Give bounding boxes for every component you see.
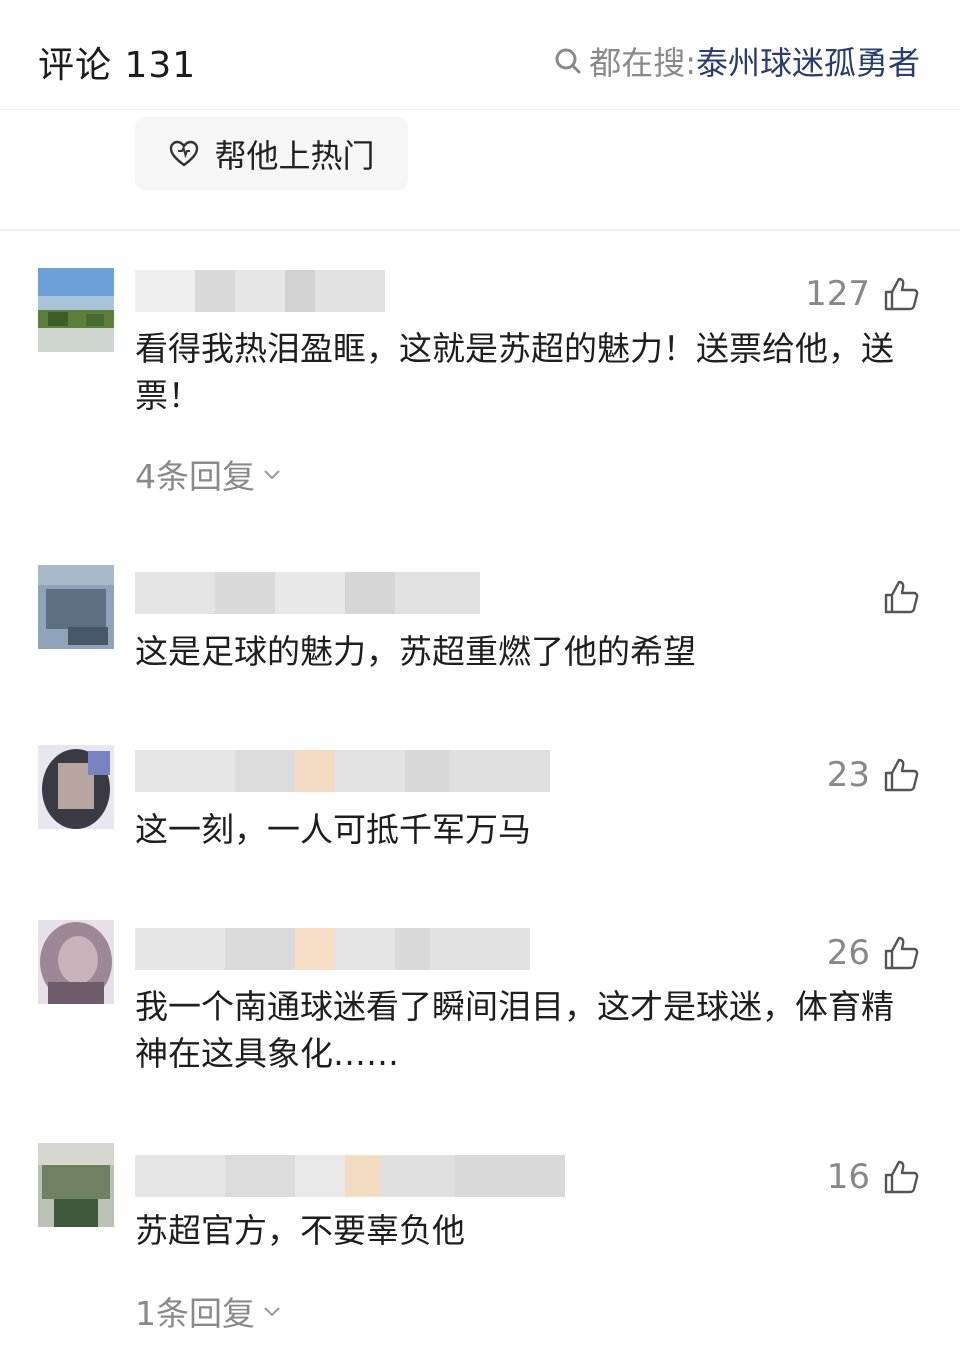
thumbs-up-icon [884, 580, 919, 614]
avatar[interactable] [38, 565, 114, 649]
username-blurred[interactable] [135, 750, 550, 792]
comment-text: 这是足球的魅力，苏超重燃了他的希望 [135, 632, 696, 671]
like-button[interactable]: 127 [805, 274, 920, 314]
comment-text: 苏超官方，不要辜负他 [135, 1211, 465, 1250]
like-count: 127 [805, 274, 870, 314]
like-count: 16 [826, 1157, 870, 1197]
username-blurred[interactable] [135, 572, 480, 614]
section-divider [0, 229, 960, 231]
heart-icon [170, 140, 199, 167]
trending-search-link[interactable]: 都在搜: 泰州球迷孤勇者 [553, 38, 920, 84]
comments-count-title: 评论 131 [38, 45, 197, 86]
search-term[interactable]: 泰州球迷孤勇者 [696, 38, 920, 84]
reply-count-label: 1条回复 [135, 1294, 255, 1333]
comment-text: 这一刻，一人可抵千军万马 [135, 810, 531, 849]
like-button[interactable]: 26 [827, 933, 920, 973]
reply-count-label: 4条回复 [135, 457, 255, 496]
username-blurred[interactable] [135, 270, 385, 312]
search-prefix: 都在搜: [589, 44, 696, 82]
username-blurred[interactable] [135, 928, 530, 970]
boost-hot-label: 帮他上热门 [214, 136, 375, 175]
view-replies-button[interactable]: 4条回复 [135, 450, 283, 498]
thumbs-up-icon [884, 936, 919, 970]
avatar[interactable] [38, 268, 114, 352]
avatar[interactable] [38, 745, 114, 829]
like-button[interactable]: 16 [827, 1157, 920, 1197]
avatar[interactable] [38, 920, 114, 1004]
comment-text: 看得我热泪盈眶，这就是苏超的魅力！送票给他，送票！ [135, 329, 894, 415]
like-count: 23 [826, 755, 870, 795]
avatar[interactable] [38, 1143, 114, 1227]
like-count: 26 [826, 933, 870, 973]
like-button[interactable] [870, 578, 920, 616]
thumbs-up-icon [884, 277, 919, 311]
comment-text: 我一个南通球迷看了瞬间泪目，这才是球迷，体育精神在这具象化…… [135, 987, 894, 1073]
comments-header: 评论 131 都在搜: 泰州球迷孤勇者 [0, 0, 960, 110]
chevron-down-icon [264, 1307, 280, 1317]
search-icon [555, 48, 581, 74]
chevron-down-icon [264, 470, 280, 480]
view-replies-button[interactable]: 1条回复 [135, 1287, 283, 1335]
thumbs-up-icon [884, 758, 919, 792]
username-blurred[interactable] [135, 1155, 565, 1197]
boost-hot-button[interactable]: 帮他上热门 [135, 117, 408, 190]
like-button[interactable]: 23 [827, 755, 920, 795]
thumbs-up-icon [884, 1160, 919, 1194]
